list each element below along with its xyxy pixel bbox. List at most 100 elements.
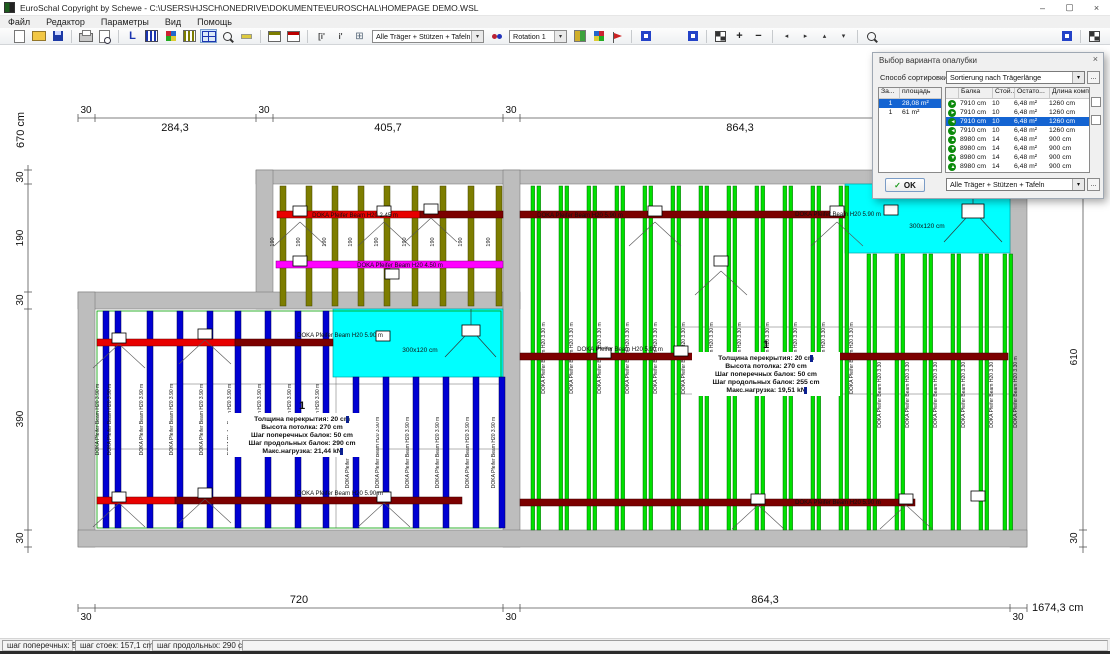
print-preview-icon[interactable]: [96, 29, 113, 43]
title-bar: EuroSchal Copyright by Schewe - C:\USERS…: [0, 0, 1110, 16]
svg-text:Шаг продольных балок: 290 cm: Шаг продольных балок: 290 cm: [249, 439, 356, 447]
svg-text:DOKA Pfeifer Beam H20 3.90 m: DOKA Pfeifer Beam H20 3.90 m: [491, 417, 497, 488]
flag-icon[interactable]: [609, 29, 626, 43]
beam-variant-row[interactable]: ▼8980 cm146,48 m²900 cm: [946, 153, 1089, 162]
beam-variant-row[interactable]: ◄7910 cm106,48 m²1260 cm: [946, 126, 1089, 135]
wall-editor-icon[interactable]: L: [124, 29, 141, 43]
svg-text:Шаг поперечных балок: 50 cm: Шаг поперечных балок: 50 cm: [715, 370, 817, 378]
menu-item[interactable]: Вид: [157, 17, 189, 27]
panels-icon[interactable]: [162, 29, 179, 43]
beam-variant-row[interactable]: ►7910 cm106,48 m²1260 cm: [946, 99, 1089, 108]
maximize-button[interactable]: ▢: [1056, 0, 1083, 15]
beam-variant-table[interactable]: Балка Стой... Остато... Длина компо... ►…: [945, 87, 1090, 173]
nav-blue-icon[interactable]: [637, 29, 654, 43]
beams-icon[interactable]: [181, 29, 198, 43]
zoom-out-button[interactable]: −: [750, 29, 767, 43]
svg-text:1: 1: [763, 339, 769, 351]
print-icon[interactable]: [77, 29, 94, 43]
pan-up-button[interactable]: ▴: [816, 29, 833, 43]
search-binocular-icon[interactable]: [488, 29, 505, 43]
toolbar-separator: [772, 30, 773, 43]
rotation-select[interactable]: Rotation 1▾: [509, 30, 567, 43]
status-empty: [242, 640, 1108, 651]
toolbar-separator: [260, 30, 261, 43]
svg-text:720: 720: [290, 594, 308, 606]
beam-variant-row[interactable]: ►7910 cm106,48 m²1260 cm: [946, 108, 1089, 117]
beam-variant-row[interactable]: ▲8980 cm146,48 m²900 cm: [946, 162, 1089, 171]
filter-ellipsis-button[interactable]: ...: [1087, 178, 1100, 191]
table-scroll-strip[interactable]: [1091, 87, 1100, 173]
chevron-down-icon: ▾: [554, 31, 566, 42]
menu-item[interactable]: Редактор: [38, 17, 93, 27]
pan-down-button[interactable]: ▾: [835, 29, 852, 43]
pan-right-button[interactable]: ▸: [797, 29, 814, 43]
pan-left-button[interactable]: ◂: [778, 29, 795, 43]
sort-dropdown[interactable]: Sortierung nach Trägerlänge ▾: [946, 71, 1085, 84]
svg-text:610: 610: [1069, 348, 1080, 365]
window-checker-icon[interactable]: [1086, 29, 1103, 43]
status-long-spacing: шаг продольных: 290 cm: [152, 640, 240, 651]
beam-variant-row[interactable]: ◄7910 cm106,48 m²1260 cm: [946, 117, 1089, 126]
variant-row[interactable]: 128,08 m²: [879, 99, 941, 108]
zoom-in-button[interactable]: +: [731, 29, 748, 43]
svg-text:30: 30: [15, 532, 26, 544]
dialog-close-icon[interactable]: ×: [1093, 54, 1098, 64]
svg-text:30: 30: [1069, 532, 1080, 544]
view-filter-select[interactable]: Alle Träger + Stützen + Tafeln▾: [372, 30, 484, 43]
menu-item[interactable]: Помощь: [189, 17, 240, 27]
variant-row[interactable]: 161 m²: [879, 108, 941, 117]
variant-list-header: За... площадь: [879, 88, 941, 99]
menu-item[interactable]: Параметры: [93, 17, 157, 27]
svg-text:30: 30: [15, 294, 26, 306]
svg-text:30: 30: [258, 105, 270, 116]
beam-variant-row[interactable]: ▼8980 cm146,48 m²900 cm: [946, 144, 1089, 153]
slab-view-icon[interactable]: [200, 29, 217, 43]
svg-text:190: 190: [374, 237, 380, 246]
table-check-icon[interactable]: [285, 29, 302, 43]
close-button[interactable]: ×: [1083, 0, 1110, 15]
toolbar-separator: [71, 30, 72, 43]
filter-dropdown[interactable]: Alle Träger + Stützen + Tafeln ▾: [946, 178, 1085, 191]
variant-list[interactable]: За... площадь 128,08 m²161 m²: [878, 87, 942, 173]
ok-button[interactable]: ✓ OK: [885, 178, 925, 192]
measure-icon[interactable]: [238, 29, 255, 43]
svg-text:Макс.нагрузка: 21,44 kN: Макс.нагрузка: 21,44 kN: [262, 448, 341, 455]
new-file-icon[interactable]: [11, 29, 28, 43]
svg-text:284,3: 284,3: [161, 122, 189, 134]
status-bar: шаг поперечных: 50 cm шаг стоек: 157,1 c…: [0, 638, 1110, 652]
sort-method-label: Способ сортировки: [880, 73, 947, 82]
save-icon[interactable]: [49, 29, 66, 43]
zoom-lens-button[interactable]: [863, 29, 880, 43]
checker-icon[interactable]: [712, 29, 729, 43]
app-icon: [4, 2, 15, 13]
palette-grid-icon[interactable]: [590, 29, 607, 43]
table-icon[interactable]: [266, 29, 283, 43]
svg-text:DOKA Pfeifer Beam H20 3.90 m: DOKA Pfeifer Beam H20 3.90 m: [169, 384, 175, 455]
svg-text:DOKA Pfeifer Beam H20 5.90 m: DOKA Pfeifer Beam H20 5.90 m: [537, 213, 623, 219]
chevron-down-icon: ▾: [471, 31, 483, 42]
minimize-button[interactable]: –: [1029, 0, 1056, 15]
beam-variant-row[interactable]: ▲8980 cm146,48 m²900 cm: [946, 135, 1089, 144]
menu-item[interactable]: Файл: [0, 17, 38, 27]
svg-text:Толщина перекрытия: 20 cm: Толщина перекрытия: 20 cm: [254, 416, 350, 423]
grid-small-icon[interactable]: ⊞: [351, 29, 368, 43]
svg-text:670 cm: 670 cm: [15, 112, 27, 148]
svg-text:DOKA Pfeifer Beam H20 3.90 m: DOKA Pfeifer Beam H20 3.90 m: [435, 417, 441, 488]
zoom-tool-icon[interactable]: [219, 29, 236, 43]
svg-text:300x120 cm: 300x120 cm: [402, 347, 437, 354]
layer-icon[interactable]: [571, 29, 588, 43]
svg-text:DOKA Pfeifer Beam H20 4.50 m: DOKA Pfeifer Beam H20 4.50 m: [357, 263, 443, 269]
info-bracket-icon[interactable]: [i': [313, 29, 330, 43]
nav-blue2-icon[interactable]: [684, 29, 701, 43]
beam-direction-icon: ▼: [948, 154, 956, 162]
svg-text:DOKA Pfeifer Beam H20 3.90 m: DOKA Pfeifer Beam H20 3.90 m: [107, 384, 113, 455]
window-blue-icon[interactable]: [1058, 29, 1075, 43]
menu-bar: ФайлРедакторПараметрыВидПомощь: [0, 16, 1110, 28]
svg-text:DOKA Pfeifer Beam H20 3.90 m: DOKA Pfeifer Beam H20 3.90 m: [405, 417, 411, 488]
svg-text:DOKA Pfeifer Beam H20 5.90 m: DOKA Pfeifer Beam H20 5.90 m: [577, 347, 663, 353]
sort-ellipsis-button[interactable]: ...: [1087, 71, 1100, 84]
open-file-icon[interactable]: [30, 29, 47, 43]
columns-icon[interactable]: [143, 29, 160, 43]
svg-text:Шаг продольных балок: 255 cm: Шаг продольных балок: 255 cm: [713, 378, 820, 386]
info-icon[interactable]: i': [332, 29, 349, 43]
